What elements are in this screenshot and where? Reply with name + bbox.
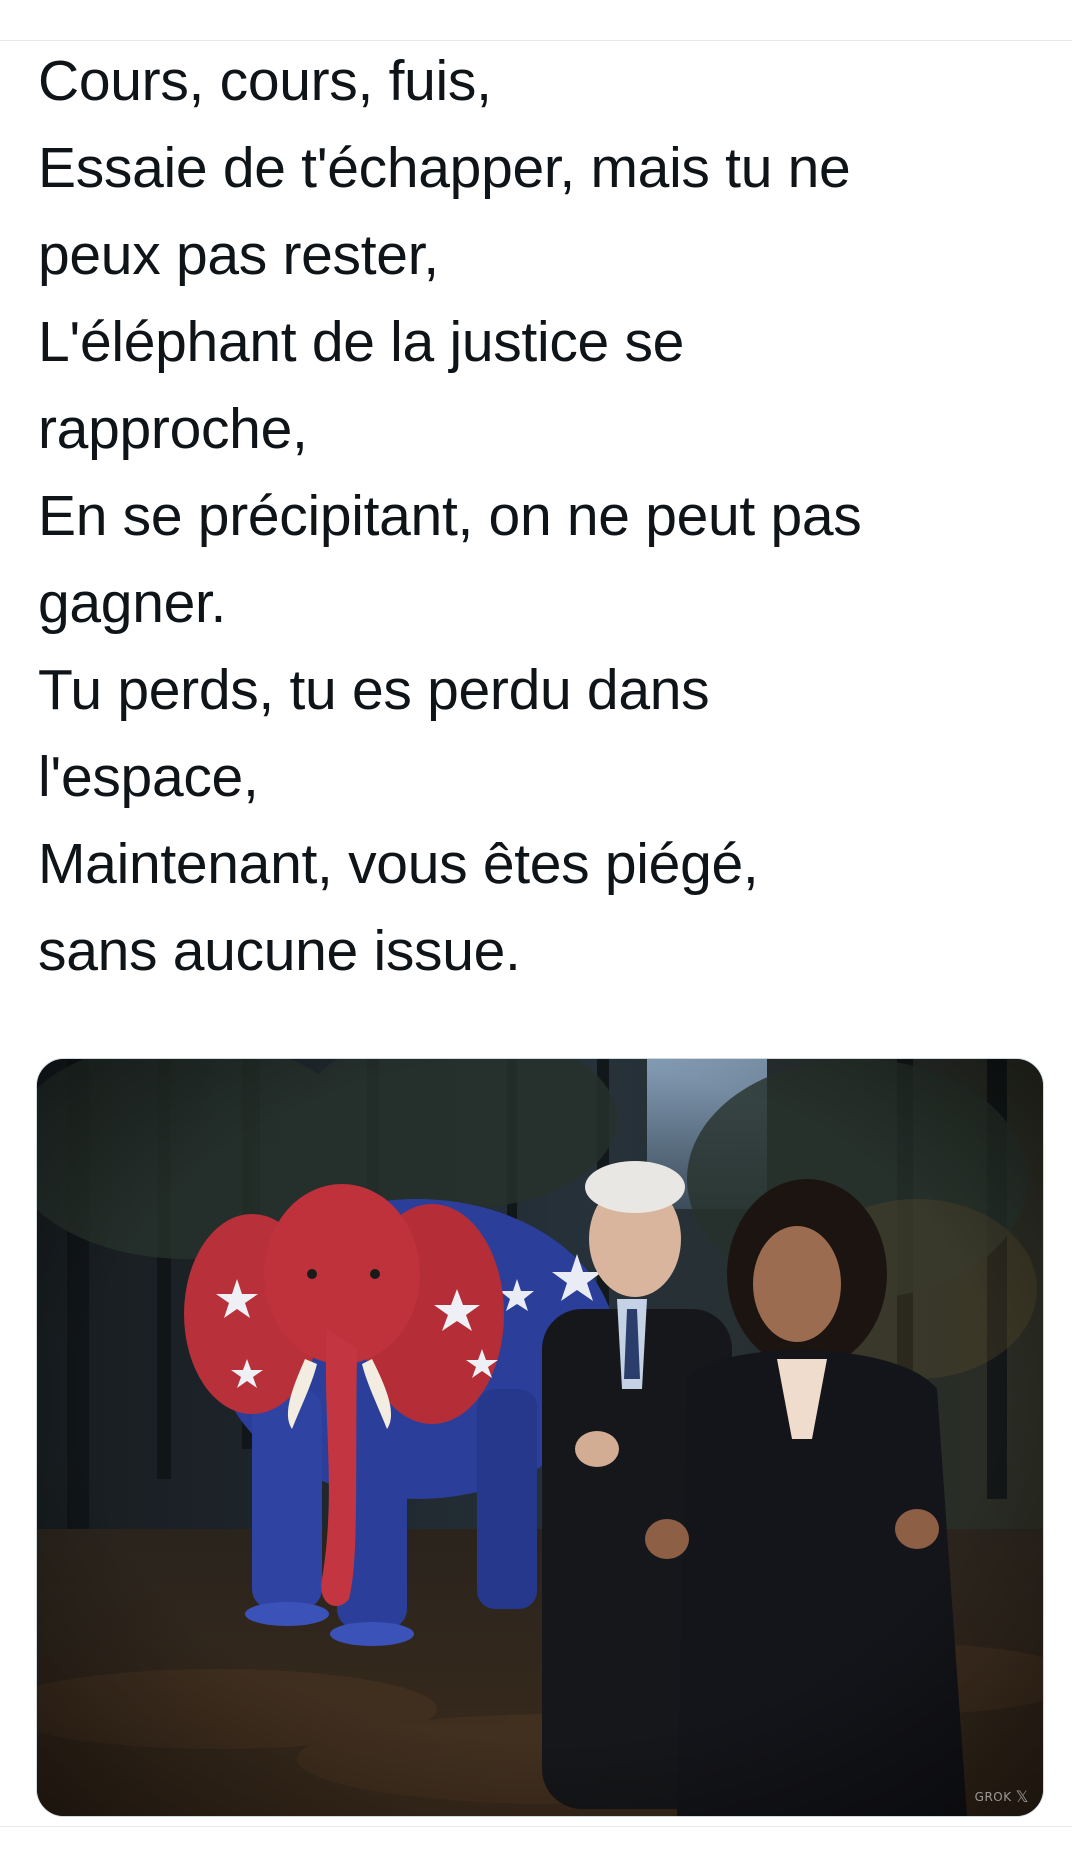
tweet-line: l'espace, xyxy=(38,745,259,809)
watermark-label: GROK xyxy=(974,1789,1012,1804)
tweet-line: Maintenant, vous êtes piégé, xyxy=(38,832,759,896)
tweet-line: rapproche, xyxy=(38,397,308,461)
grok-watermark: GROK 𝕏 xyxy=(975,1787,1029,1806)
tweet-line: En se précipitant, on ne peut pas xyxy=(38,484,862,548)
tweet-text: Cours, cours, fuis, Essaie de t'échapper… xyxy=(38,38,1038,995)
bottom-divider xyxy=(0,1826,1072,1827)
tweet-line: sans aucune issue. xyxy=(38,919,521,983)
tweet-line: L'éléphant de la justice se xyxy=(38,310,685,374)
tweet-image[interactable]: GROK 𝕏 xyxy=(36,1058,1044,1817)
tweet-line: Cours, cours, fuis, xyxy=(38,49,492,113)
tweet-line: Essaie de t'échapper, mais tu ne xyxy=(38,136,851,200)
tweet-line: Tu perds, tu es perdu dans xyxy=(38,658,710,722)
tweet-line: peux pas rester, xyxy=(38,223,439,287)
forest-scene-illustration xyxy=(37,1059,1043,1816)
tweet-line: gagner. xyxy=(38,571,227,635)
x-logo-icon: 𝕏 xyxy=(1015,1787,1029,1806)
